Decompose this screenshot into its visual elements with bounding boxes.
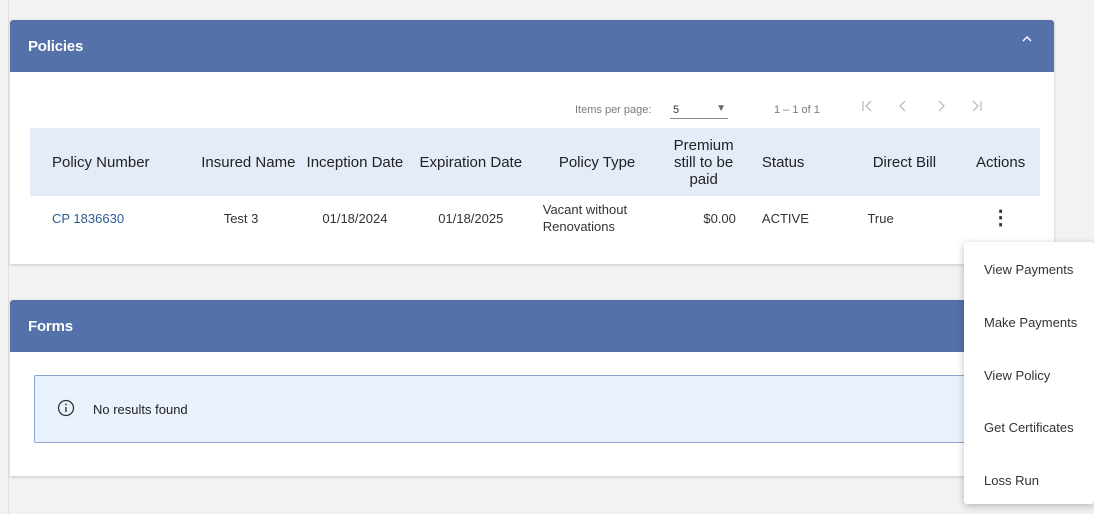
- empty-results-text: No results found: [93, 402, 188, 417]
- forms-panel-title: Forms: [28, 318, 73, 335]
- empty-results-notice: No results found: [34, 375, 1032, 443]
- actions-cell: ⋮: [961, 196, 1040, 240]
- policies-panel-title: Policies: [28, 38, 84, 55]
- column-header-insured-name[interactable]: Insured Name: [200, 128, 297, 196]
- page-range-label: 1 – 1 of 1: [774, 104, 820, 116]
- insured-name-cell: Test 3: [223, 210, 259, 226]
- policy-type-cell: Vacant without Renovations: [542, 202, 628, 234]
- items-per-page-value: 5: [673, 104, 680, 116]
- menu-item-make-payments[interactable]: Make Payments: [984, 315, 1077, 330]
- menu-item-get-certificates[interactable]: Get Certificates: [984, 420, 1074, 435]
- inception-date-cell: 01/18/2024: [322, 210, 388, 226]
- policies-table: Policy Number Insured Name Inception Dat…: [30, 128, 1040, 240]
- column-header-actions: Actions: [976, 153, 1026, 171]
- column-header-status[interactable]: Status: [742, 128, 848, 196]
- last-page-icon[interactable]: [966, 98, 988, 120]
- direct-bill-cell: True: [867, 210, 894, 226]
- paginator: Items per page: 5 ▼ 1 – 1 of 1: [10, 98, 1054, 122]
- menu-item-view-payments[interactable]: View Payments: [984, 262, 1073, 277]
- first-page-icon[interactable]: [856, 98, 878, 120]
- policy-number-cell: CP 1836630: [30, 196, 200, 240]
- table-header-row: Policy Number Insured Name Inception Dat…: [30, 128, 1040, 196]
- menu-item-loss-run[interactable]: Loss Run: [984, 473, 1039, 488]
- forms-panel: Forms No results found: [10, 300, 1054, 476]
- dropdown-arrow-icon: ▼: [716, 103, 726, 114]
- column-header-inception-date[interactable]: Inception Date: [297, 128, 413, 196]
- row-actions-menu: View Payments Make Payments View Policy …: [964, 242, 1094, 504]
- status-cell: ACTIVE: [761, 210, 809, 226]
- policy-number-link[interactable]: CP 1836630: [52, 211, 124, 226]
- premium-cell: $0.00: [703, 210, 736, 226]
- chevron-right-icon[interactable]: [930, 98, 952, 120]
- column-header-policy-type[interactable]: Policy Type: [529, 128, 666, 196]
- items-per-page-label: Items per page:: [575, 104, 652, 116]
- column-header-direct-bill[interactable]: Direct Bill: [847, 128, 961, 196]
- menu-item-view-policy[interactable]: View Policy: [984, 368, 1050, 383]
- forms-panel-header[interactable]: Forms: [10, 300, 1054, 352]
- expiration-date-cell: 01/18/2025: [438, 210, 504, 226]
- table-row: CP 1836630 Test 3 01/18/2024 01/18/2025 …: [30, 196, 1040, 240]
- more-vertical-icon[interactable]: ⋮: [991, 207, 1011, 229]
- column-header-policy-number[interactable]: Policy Number: [30, 128, 200, 196]
- items-per-page-select[interactable]: 5 ▼: [670, 100, 728, 119]
- column-header-expiration-date[interactable]: Expiration Date: [413, 128, 529, 196]
- chevron-up-icon[interactable]: [1020, 32, 1040, 52]
- policies-panel: Policies Items per page: 5 ▼ 1 – 1 of 1 …: [10, 20, 1054, 264]
- column-header-premium[interactable]: Premium still to be paid: [665, 128, 742, 196]
- info-icon: [57, 399, 75, 417]
- policies-panel-header[interactable]: Policies: [10, 20, 1054, 72]
- left-divider: [8, 0, 9, 514]
- chevron-left-icon[interactable]: [892, 98, 914, 120]
